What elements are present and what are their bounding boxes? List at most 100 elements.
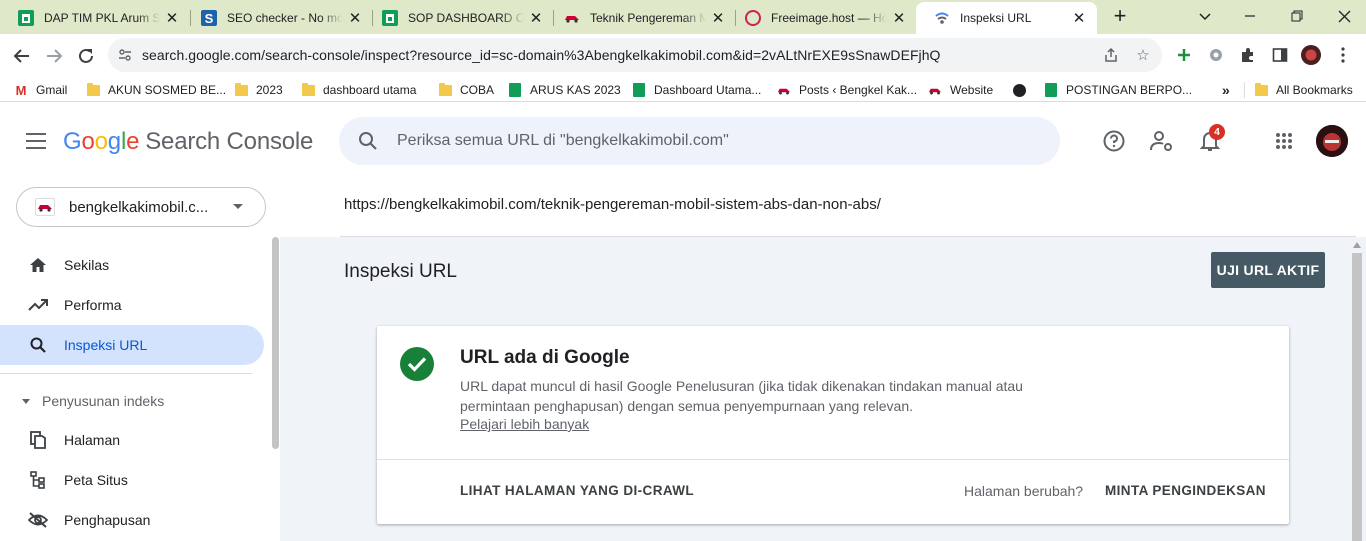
main-scrollbar[interactable] bbox=[1352, 253, 1362, 541]
logo-letter: e bbox=[126, 128, 140, 155]
bookmark-folder[interactable]: 2023 bbox=[234, 81, 283, 99]
browser-tab-active[interactable]: Inspeksi URL ✕ bbox=[916, 2, 1097, 34]
sidebar-item-pages[interactable]: Halaman bbox=[0, 420, 264, 460]
extension-gear-icon[interactable] bbox=[1206, 45, 1226, 65]
manage-users-icon[interactable] bbox=[1150, 129, 1174, 153]
reload-icon[interactable] bbox=[74, 44, 98, 68]
freeimage-icon bbox=[745, 10, 761, 26]
app-header: Google Search Console bbox=[0, 103, 1366, 181]
bookmarks-bar: M Gmail AKUN SOSMED BE... 2023 dashboard… bbox=[0, 78, 1366, 102]
browser-tab-strip: DAP TIM PKL Arum Sa ✕ S SEO checker - No… bbox=[0, 0, 1366, 34]
sidebar-section-indexing[interactable]: Penyusunan indeks bbox=[20, 391, 164, 411]
bookmark-sheet[interactable]: ARUS KAS 2023 bbox=[508, 81, 621, 99]
apps-grid-icon[interactable] bbox=[1272, 129, 1296, 153]
learn-more-link[interactable]: Pelajari lebih banyak bbox=[460, 416, 589, 432]
bookmark-site[interactable]: Website bbox=[928, 81, 993, 99]
bookmark-globe[interactable] bbox=[1012, 81, 1034, 99]
bookmark-sheet[interactable]: Dashboard Utama... bbox=[632, 81, 761, 99]
browser-tab[interactable]: SOP DASHBOARD OP ✕ bbox=[364, 2, 554, 34]
sidebar-item-label: Sekilas bbox=[64, 257, 110, 273]
visibility-off-icon bbox=[28, 510, 48, 530]
pages-icon bbox=[28, 430, 48, 450]
browser-tab[interactable]: Teknik Pengereman M ✕ bbox=[546, 2, 736, 34]
minimize-icon[interactable] bbox=[1238, 4, 1262, 28]
view-crawled-page-button[interactable]: LIHAT HALAMAN YANG DI-CRAWL bbox=[460, 483, 694, 498]
bookmark-label: dashboard utama bbox=[323, 83, 417, 97]
sidebar-divider bbox=[0, 373, 252, 374]
bookmark-site[interactable]: Posts ‹ Bengkel Kak... bbox=[777, 81, 917, 99]
close-icon[interactable]: ✕ bbox=[347, 9, 363, 27]
tab-title: SEO checker - No mo bbox=[227, 11, 343, 25]
sidebar-item-removals[interactable]: Penghapusan bbox=[0, 500, 264, 540]
sheets-icon bbox=[18, 10, 34, 26]
scroll-up-arrow-icon[interactable] bbox=[1353, 242, 1361, 248]
bookmark-label: All Bookmarks bbox=[1276, 83, 1353, 97]
sidebar-item-performance[interactable]: Performa bbox=[0, 285, 264, 325]
help-icon[interactable] bbox=[1102, 129, 1126, 153]
folder-icon bbox=[1254, 82, 1268, 97]
address-url[interactable]: search.google.com/search-console/inspect… bbox=[142, 47, 941, 63]
address-bar[interactable]: search.google.com/search-console/inspect… bbox=[108, 38, 1162, 72]
account-avatar[interactable] bbox=[1316, 125, 1348, 157]
bookmark-label: AKUN SOSMED BE... bbox=[108, 83, 227, 97]
property-favicon bbox=[35, 198, 55, 216]
close-icon[interactable]: ✕ bbox=[164, 9, 180, 27]
bookmark-gmail[interactable]: M Gmail bbox=[14, 81, 68, 99]
property-selector[interactable]: bengkelkakimobil.c... bbox=[16, 187, 266, 227]
notification-badge: 4 bbox=[1209, 124, 1225, 140]
back-arrow-icon[interactable] bbox=[10, 44, 34, 68]
card-divider bbox=[377, 459, 1289, 460]
tab-search-chevron-icon[interactable] bbox=[1193, 4, 1217, 28]
request-indexing-button[interactable]: MINTA PENGINDEKSAN bbox=[1105, 483, 1266, 498]
section-title: Penyusunan indeks bbox=[42, 393, 165, 409]
close-icon[interactable]: ✕ bbox=[891, 9, 907, 27]
browser-tab[interactable]: S SEO checker - No mo ✕ bbox=[183, 2, 373, 34]
sidebar-scrollbar[interactable] bbox=[272, 237, 279, 449]
side-panel-icon[interactable] bbox=[1270, 45, 1290, 65]
url-inspect-search[interactable] bbox=[339, 117, 1060, 165]
more-bookmarks-chevron-icon[interactable]: » bbox=[1222, 81, 1230, 99]
restore-icon[interactable] bbox=[1285, 4, 1309, 28]
close-icon[interactable]: ✕ bbox=[528, 9, 544, 27]
bookmark-folder[interactable]: AKUN SOSMED BE... bbox=[86, 81, 226, 99]
extensions-puzzle-icon[interactable] bbox=[1238, 45, 1258, 65]
bookmark-star-icon[interactable]: ☆ bbox=[1134, 46, 1152, 64]
close-icon[interactable]: ✕ bbox=[710, 9, 726, 27]
folder-icon bbox=[86, 82, 100, 97]
sidebar-item-label: Performa bbox=[64, 297, 122, 313]
test-live-url-button[interactable]: UJI URL AKTIF bbox=[1211, 252, 1325, 288]
browser-tab[interactable]: DAP TIM PKL Arum Sa ✕ bbox=[0, 2, 190, 34]
share-icon[interactable] bbox=[1102, 46, 1120, 64]
sidebar-item-url-inspection[interactable]: Inspeksi URL bbox=[0, 325, 264, 365]
new-tab-plus-icon[interactable]: + bbox=[1108, 5, 1132, 29]
car-icon bbox=[777, 83, 791, 97]
bookmark-folder[interactable]: COBA bbox=[438, 81, 494, 99]
sidebar-item-sitemaps[interactable]: Peta Situs bbox=[0, 460, 264, 500]
forward-arrow-icon[interactable] bbox=[42, 44, 66, 68]
product-name: Search Console bbox=[145, 128, 314, 155]
menu-icon[interactable] bbox=[26, 133, 46, 149]
bookmark-sheet[interactable]: POSTINGAN BERPO... bbox=[1044, 81, 1192, 99]
bookmark-folder[interactable]: dashboard utama bbox=[301, 81, 416, 99]
logo-letter: g bbox=[107, 128, 121, 155]
globe-icon bbox=[1012, 83, 1026, 97]
index-status-card: URL ada di Google URL dapat muncul di ha… bbox=[377, 326, 1289, 524]
sidebar-item-overview[interactable]: Sekilas bbox=[0, 245, 264, 285]
site-info-icon[interactable] bbox=[118, 48, 132, 62]
sidebar: bengkelkakimobil.c... Sekilas Performa I… bbox=[0, 181, 280, 541]
search-console-logo[interactable]: Google Search Console bbox=[63, 128, 313, 156]
all-bookmarks[interactable]: All Bookmarks bbox=[1254, 81, 1353, 99]
search-console-icon bbox=[934, 10, 950, 26]
logo-letter: o bbox=[94, 128, 108, 155]
browser-menu-icon[interactable] bbox=[1333, 45, 1353, 65]
tab-title: Inspeksi URL bbox=[960, 11, 1032, 25]
search-input[interactable] bbox=[397, 117, 1037, 165]
browser-tab[interactable]: Freeimage.host — Ho ✕ bbox=[727, 2, 917, 34]
close-icon[interactable]: ✕ bbox=[1071, 9, 1087, 27]
logo-letter: o bbox=[81, 128, 95, 155]
close-window-icon[interactable] bbox=[1332, 4, 1356, 28]
bookmark-label: ARUS KAS 2023 bbox=[530, 83, 621, 97]
extension-plus-icon[interactable] bbox=[1174, 45, 1194, 65]
profile-avatar-icon[interactable] bbox=[1301, 45, 1321, 65]
folder-icon bbox=[301, 82, 315, 97]
